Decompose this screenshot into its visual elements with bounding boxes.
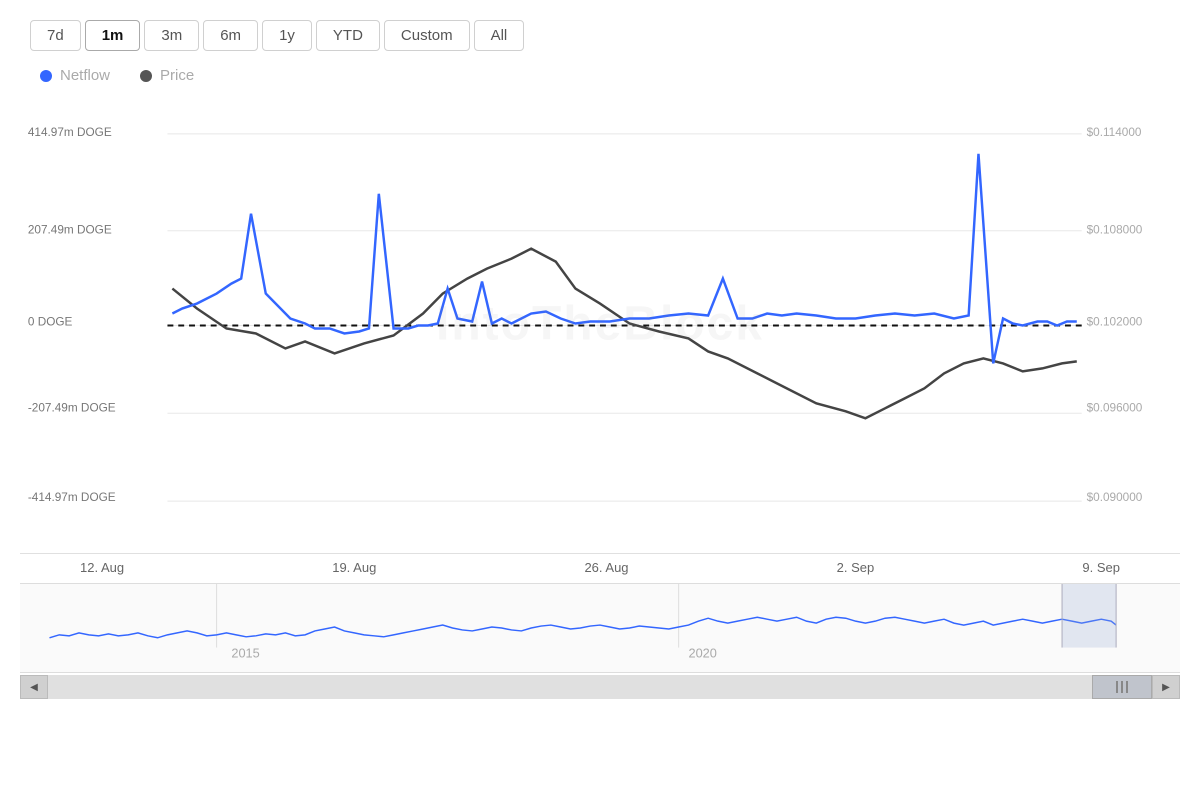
mini-chart: 2015 2020 [20,583,1180,673]
x-label-aug12: 12. Aug [80,560,124,575]
scroll-track[interactable] [48,675,1152,699]
svg-text:0 DOGE: 0 DOGE [28,314,73,328]
btn-custom[interactable]: Custom [384,20,470,51]
svg-text:$0.102000: $0.102000 [1087,314,1143,328]
btn-ytd[interactable]: YTD [316,20,380,51]
main-chart-svg: 414.97m DOGE 207.49m DOGE 0 DOGE -207.49… [20,94,1180,553]
svg-text:414.97m DOGE: 414.97m DOGE [28,125,112,139]
netflow-dot [40,70,52,82]
svg-text:$0.096000: $0.096000 [1087,400,1143,414]
svg-text:2020: 2020 [688,645,716,660]
btn-all[interactable]: All [474,20,525,51]
x-label-sep9: 9. Sep [1082,560,1120,575]
netflow-label: Netflow [60,67,110,84]
main-container: 7d 1m 3m 6m 1y YTD Custom All Netflow Pr… [0,0,1200,800]
chart-area: IntoTheBlock 414.97m DOGE 207.49m DOGE 0… [10,94,1190,790]
x-label-sep2: 2. Sep [837,560,875,575]
btn-6m[interactable]: 6m [203,20,258,51]
svg-text:$0.108000: $0.108000 [1087,223,1143,237]
svg-text:207.49m DOGE: 207.49m DOGE [28,223,112,237]
price-dot [140,70,152,82]
scrollbar[interactable]: ◀ ▶ [20,675,1180,699]
svg-text:2015: 2015 [231,645,259,660]
svg-text:$0.114000: $0.114000 [1087,125,1142,139]
mini-chart-svg: 2015 2020 [20,584,1180,672]
x-axis-labels: 12. Aug 19. Aug 26. Aug 2. Sep 9. Sep [20,554,1180,581]
svg-text:-207.49m DOGE: -207.49m DOGE [28,400,116,414]
btn-1y[interactable]: 1y [262,20,312,51]
btn-3m[interactable]: 3m [144,20,199,51]
scroll-right-btn[interactable]: ▶ [1152,675,1180,699]
svg-text:$0.090000: $0.090000 [1087,490,1143,504]
legend-price: Price [140,67,194,84]
time-range-selector: 7d 1m 3m 6m 1y YTD Custom All [10,20,1190,51]
x-label-aug26: 26. Aug [584,560,628,575]
main-chart: IntoTheBlock 414.97m DOGE 207.49m DOGE 0… [20,94,1180,554]
scroll-left-btn[interactable]: ◀ [20,675,48,699]
x-label-aug19: 19. Aug [332,560,376,575]
legend-netflow: Netflow [40,67,110,84]
scroll-thumb[interactable] [1092,675,1152,699]
btn-7d[interactable]: 7d [30,20,81,51]
price-label: Price [160,67,194,84]
svg-text:-414.97m DOGE: -414.97m DOGE [28,490,116,504]
chart-legend: Netflow Price [10,67,1190,84]
btn-1m[interactable]: 1m [85,20,141,51]
scroll-grip [1116,681,1128,693]
